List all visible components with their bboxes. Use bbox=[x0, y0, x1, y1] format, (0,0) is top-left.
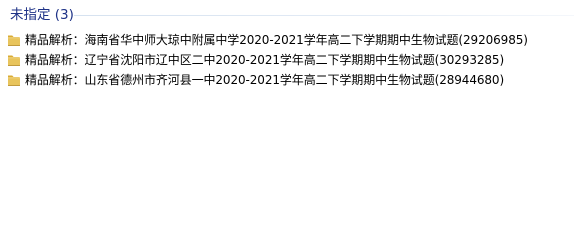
group-title[interactable]: 未指定 (3) bbox=[10, 6, 74, 24]
file-list: 精品解析：海南省华中师大琼中附属中学2020-2021学年高二下学期期中生物试题… bbox=[0, 30, 581, 90]
list-item[interactable]: 精品解析：辽宁省沈阳市辽中区二中2020-2021学年高二下学期期中生物试题(3… bbox=[0, 50, 581, 70]
folder-icon bbox=[8, 35, 20, 46]
file-name: 精品解析：海南省华中师大琼中附属中学2020-2021学年高二下学期期中生物试题… bbox=[25, 33, 528, 47]
group-divider bbox=[74, 15, 574, 16]
list-item[interactable]: 精品解析：海南省华中师大琼中附属中学2020-2021学年高二下学期期中生物试题… bbox=[0, 30, 581, 50]
explorer-file-pane: 未指定 (3) 精品解析：海南省华中师大琼中附属中学2020-2021学年高二下… bbox=[0, 0, 581, 202]
folder-icon bbox=[8, 75, 20, 86]
list-item[interactable]: 精品解析：山东省德州市齐河县一中2020-2021学年高二下学期期中生物试题(2… bbox=[0, 70, 581, 90]
folder-icon bbox=[8, 55, 20, 66]
file-name: 精品解析：山东省德州市齐河县一中2020-2021学年高二下学期期中生物试题(2… bbox=[25, 73, 505, 87]
group-header[interactable]: 未指定 (3) bbox=[0, 0, 581, 30]
file-name: 精品解析：辽宁省沈阳市辽中区二中2020-2021学年高二下学期期中生物试题(3… bbox=[25, 53, 505, 67]
